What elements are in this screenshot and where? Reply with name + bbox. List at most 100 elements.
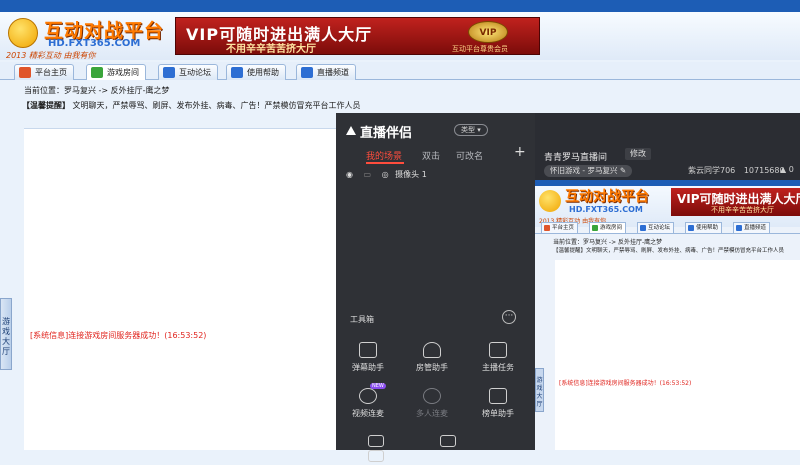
stream-app-title: 直播伴侣 — [346, 122, 412, 141]
mascot-icon — [8, 18, 38, 48]
tab-help[interactable]: 使用帮助 — [226, 64, 286, 80]
window-title-bar — [0, 0, 800, 12]
help-icon — [231, 67, 243, 78]
system-message: [系统信息]连接游戏房间服务器成功！(16:53:52) — [30, 331, 207, 340]
preview-tab-bar: 平台主页 游戏房间 互动论坛 使用帮助 直播频道 — [535, 222, 800, 234]
tab-my-scenes[interactable]: 我的场景 — [366, 149, 402, 162]
stream-logo-icon — [346, 126, 356, 135]
home-icon — [19, 67, 31, 78]
tab-label: 互动论坛 — [179, 68, 211, 77]
flame-icon: ▲ — [780, 165, 787, 174]
tool-video-link[interactable]: NEW 视频连麦 — [342, 383, 394, 428]
preview-tab-broadcast: 直播频道 — [733, 222, 771, 233]
toolbox-title: 工具箱 — [350, 315, 374, 324]
gamepad-icon — [592, 225, 598, 231]
tool-icon[interactable] — [440, 435, 456, 447]
notice-bar: 【温馨提醒】 文明聊天，严禁辱骂、刷屏、发布外挂、病毒、广告！严禁模仿冒充平台工… — [22, 100, 361, 111]
camera-icon: ◎ — [381, 170, 389, 179]
forum-icon — [163, 67, 175, 78]
category-label: 怀旧游戏 - 罗马复兴 — [550, 166, 618, 175]
new-badge: NEW — [370, 383, 386, 389]
game-lobby-handle[interactable]: 游戏大厅 — [0, 298, 12, 370]
vip-banner-subtitle: 不用辛辛苦苦挤大厅 — [226, 44, 316, 55]
platform-slogan: 2013 精彩互动 由我有你 — [6, 51, 96, 60]
add-scene-button[interactable]: + — [514, 144, 526, 160]
notice-text: 文明聊天，严禁辱骂、刷屏、发布外挂、病毒、广告！严禁模仿冒充平台工作人员 — [72, 101, 361, 110]
tool-label: 视频连麦 — [352, 409, 384, 418]
preview-room-panel — [555, 260, 800, 450]
preview-tab-forum: 互动论坛 — [637, 222, 675, 233]
preview-tab-label: 使用帮助 — [696, 225, 719, 231]
multi-link-icon — [423, 388, 441, 404]
type-button[interactable]: 类型 ▾ — [454, 124, 488, 136]
preview-logo: 互动对战平台 — [565, 189, 649, 205]
help-icon — [688, 225, 694, 231]
viewer-number: 0 — [788, 165, 794, 174]
tool-icon[interactable] — [368, 435, 384, 447]
tab-label: 使用帮助 — [247, 68, 279, 77]
lock-icon[interactable]: ▭ — [364, 170, 372, 179]
tab-label: 直播频道 — [317, 68, 349, 77]
user-name: 紫云同学706 — [688, 166, 736, 175]
viewer-count: ▲ 0 — [780, 165, 794, 174]
stream-app-name: 直播伴侣 — [360, 126, 413, 141]
vip-banner[interactable]: VIP可随时进出满人大厅 不用辛辛苦苦挤大厅 VIP 互动平台尊贵会员 — [175, 17, 540, 55]
platform-url: HD.FXT365.COM — [48, 38, 141, 49]
toolbox-more-button[interactable]: ··· — [502, 310, 516, 324]
gamepad-icon — [91, 67, 103, 78]
vip-emblem-caption: 互动平台尊贵会员 — [452, 45, 508, 53]
broadcast-icon — [736, 225, 742, 231]
source-item-camera[interactable]: ◉ ▭ ◎ 摄像头 1 — [346, 169, 427, 180]
preview-tab-label: 平台主页 — [552, 225, 575, 231]
platform-tab-bar: 平台主页 游戏房间 互动论坛 使用帮助 直播频道 — [0, 62, 800, 80]
stream-preview[interactable]: 互动对战平台 HD.FXT365.COM 2013 精彩互动 由我有你 VIP可… — [535, 180, 800, 450]
room-id: 10715680 — [743, 166, 785, 175]
eye-icon[interactable]: ◉ — [346, 170, 353, 179]
broadcast-icon — [301, 67, 313, 78]
tool-ranking[interactable]: 榜单助手 — [472, 388, 524, 428]
ranking-icon — [489, 388, 507, 404]
preview-tab-label: 互动论坛 — [648, 225, 671, 231]
preview-notice-label: 【温馨提醒】 — [553, 248, 587, 254]
streamer-info: 紫云同学706 10715680 — [688, 165, 785, 176]
preview-tab-help: 使用帮助 — [685, 222, 723, 233]
stream-sidebar: 直播伴侣 类型 ▾ 我的场景 双击 可改名 + ◉ ▭ ◎ 摄像头 1 工具箱 … — [336, 113, 535, 462]
room-title: 青青罗马直播间 — [544, 153, 608, 163]
tool-icon[interactable] — [368, 450, 384, 462]
toolbox-more-row — [354, 435, 534, 462]
preview-url: HD.FXT365.COM — [569, 205, 643, 214]
tab-rename[interactable]: 可改名 — [456, 149, 483, 162]
preview-system-message: [系统信息]连接游戏房间服务器成功！(16:53:52) — [559, 380, 692, 387]
preview-tab-home: 平台主页 — [541, 222, 579, 233]
preview-tab-label: 游戏房间 — [600, 225, 623, 231]
edit-title-button[interactable]: 修改 — [625, 148, 651, 160]
notice-label: 【温馨提醒】 — [22, 101, 70, 110]
tab-label: 游戏房间 — [107, 68, 139, 77]
active-tab-indicator — [366, 162, 404, 164]
preview-notice-text: 文明聊天，严禁辱骂、刷屏、发布外挂、病毒、广告！严禁模仿冒充平台工作人员 — [586, 248, 785, 254]
tool-multi-link[interactable]: 多人连麦 — [406, 388, 458, 428]
tab-broadcast[interactable]: 直播频道 — [296, 64, 356, 80]
tab-label: 平台主页 — [35, 68, 67, 77]
breadcrumb: 当前位置：罗马复兴 -> 反外挂厅-鹰之梦 — [24, 86, 170, 95]
game-room-panel — [24, 128, 336, 450]
tool-label: 弹幕助手 — [352, 363, 384, 372]
home-icon — [544, 225, 550, 231]
chevron-down-icon: ▾ — [477, 126, 481, 134]
tab-home[interactable]: 平台主页 — [14, 64, 74, 80]
preview-tab-game-room: 游戏房间 — [589, 222, 627, 233]
tab-forum[interactable]: 互动论坛 — [158, 64, 218, 80]
tool-room-admin[interactable]: 房管助手 — [406, 342, 458, 382]
source-name: 摄像头 1 — [395, 170, 427, 179]
preview-vip-banner: VIP可随时进出满人大厅 不用辛辛苦苦挤大厅 — [671, 188, 800, 216]
tool-danmaku[interactable]: 弹幕助手 — [342, 342, 394, 382]
preview-mascot-icon — [539, 190, 561, 212]
category-chip[interactable]: 怀旧游戏 - 罗马复兴 ✎ — [544, 165, 633, 177]
tool-host-task[interactable]: 主播任务 — [472, 342, 524, 382]
preview-notice: 【温馨提醒】文明聊天，严禁辱骂、刷屏、发布外挂、病毒、广告！严禁模仿冒充平台工作… — [553, 246, 784, 254]
forum-icon — [640, 225, 646, 231]
pencil-icon: ✎ — [619, 166, 627, 175]
tab-game-room[interactable]: 游戏房间 — [86, 64, 146, 80]
preview-tab-label: 直播频道 — [744, 225, 767, 231]
tab-double-click[interactable]: 双击 — [422, 149, 440, 162]
